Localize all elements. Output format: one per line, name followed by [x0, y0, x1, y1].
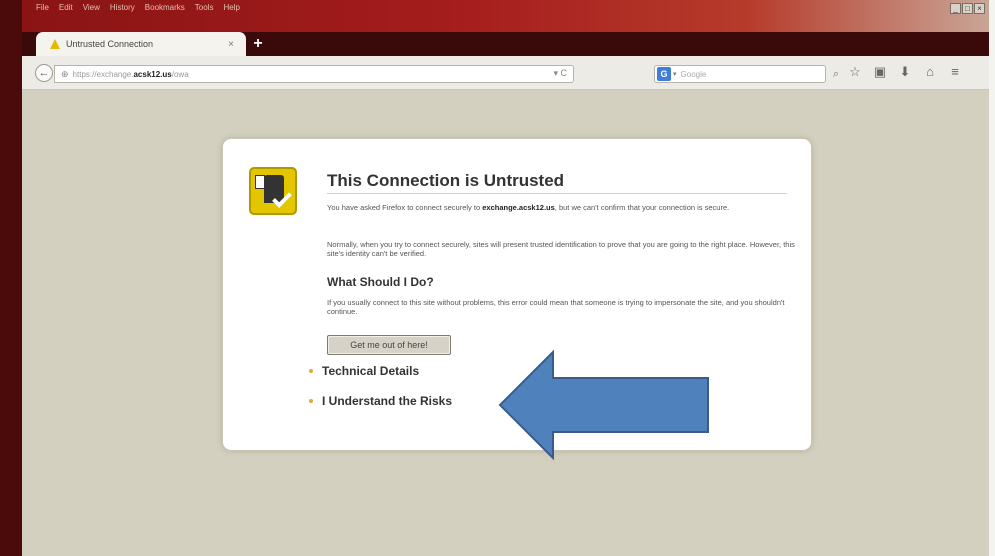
- menu-edit[interactable]: Edit: [59, 3, 73, 12]
- window-right-edge: [989, 0, 995, 556]
- minimize-button[interactable]: _: [950, 3, 961, 14]
- close-window-button[interactable]: ×: [974, 3, 985, 14]
- window-controls: _ □ ×: [950, 3, 985, 14]
- advice-paragraph: If you usually connect to this site with…: [327, 298, 785, 316]
- bullet-icon: [309, 399, 313, 403]
- page-title: This Connection is Untrusted: [327, 171, 787, 194]
- understand-risks-expander[interactable]: I Understand the Risks: [309, 394, 452, 408]
- bookmark-star-icon[interactable]: ☆: [848, 64, 862, 80]
- search-bar[interactable]: G ▾ Google ⌕: [654, 65, 839, 83]
- menu-file[interactable]: File: [36, 3, 49, 12]
- certificate-warning-icon: [249, 167, 297, 215]
- explanation-paragraph: Normally, when you try to connect secure…: [327, 240, 795, 258]
- bullet-icon: [309, 369, 313, 373]
- url-bar[interactable]: ⊕ https://exchange. acsk12.us /owa ▾ C: [54, 65, 574, 83]
- page-content: This Connection is Untrusted You have as…: [22, 90, 989, 556]
- download-icon[interactable]: ⬇: [898, 64, 912, 80]
- globe-icon: ⊕: [61, 68, 69, 79]
- bookmarks-menu-icon[interactable]: ▣: [873, 64, 887, 80]
- maximize-button[interactable]: □: [962, 3, 973, 14]
- tab-title: Untrusted Connection: [66, 39, 154, 49]
- toolbar-icons: ☆ ▣ ⬇ ⌂ ≡: [848, 64, 962, 80]
- technical-details-label: Technical Details: [322, 364, 420, 378]
- url-suffix: /owa: [171, 69, 189, 79]
- menu-bar: File Edit View History Bookmarks Tools H…: [36, 3, 240, 12]
- title-bar: File Edit View History Bookmarks Tools H…: [22, 0, 989, 32]
- new-tab-button[interactable]: +: [250, 36, 266, 52]
- tab-untrusted-connection[interactable]: Untrusted Connection ×: [36, 32, 246, 56]
- search-placeholder: Google: [680, 69, 707, 79]
- url-host: acsk12.us: [133, 69, 172, 79]
- google-engine-icon[interactable]: G: [657, 67, 671, 81]
- intro-text: You have asked Firefox to connect secure…: [327, 203, 483, 212]
- menu-bookmarks[interactable]: Bookmarks: [145, 3, 185, 12]
- left-arrow-annotation: [498, 350, 709, 460]
- back-button[interactable]: ←: [35, 64, 53, 82]
- menu-help[interactable]: Help: [223, 3, 239, 12]
- home-icon[interactable]: ⌂: [923, 64, 937, 80]
- search-icon[interactable]: ⌕: [833, 68, 839, 81]
- url-prefix: https://exchange.: [72, 69, 134, 79]
- understand-risks-label: I Understand the Risks: [322, 394, 453, 408]
- navigation-bar: ← ⊕ https://exchange. acsk12.us /owa ▾ C…: [22, 56, 989, 90]
- intro-text-end: , but we can't confirm that your connect…: [554, 203, 730, 212]
- tab-close-icon[interactable]: ×: [228, 39, 234, 50]
- intro-paragraph: You have asked Firefox to connect secure…: [327, 203, 797, 212]
- technical-details-expander[interactable]: Technical Details: [309, 364, 419, 378]
- intro-host: exchange.acsk12.us: [482, 203, 555, 212]
- what-should-i-do-heading: What Should I Do?: [327, 275, 434, 289]
- window-left-frame: [0, 0, 22, 556]
- chevron-down-icon[interactable]: ▾: [673, 70, 677, 78]
- get-me-out-button[interactable]: Get me out of here!: [327, 335, 451, 355]
- hamburger-menu-icon[interactable]: ≡: [948, 64, 962, 80]
- warning-icon: [50, 39, 60, 49]
- menu-tools[interactable]: Tools: [195, 3, 214, 12]
- menu-view[interactable]: View: [83, 3, 100, 12]
- reload-icon[interactable]: ▾ C: [553, 68, 567, 79]
- menu-history[interactable]: History: [110, 3, 135, 12]
